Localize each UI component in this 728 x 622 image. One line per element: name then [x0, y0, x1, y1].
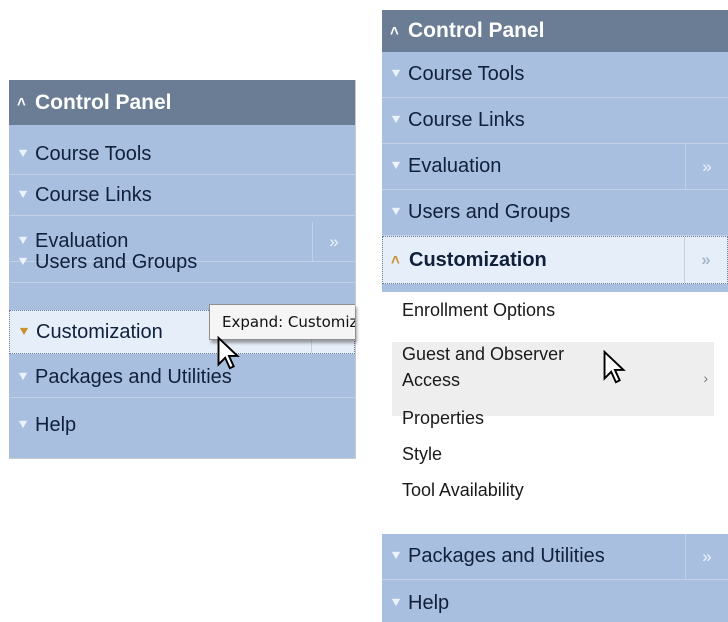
nav-item-course-tools[interactable]: ⯆ Course Tools — [382, 52, 728, 98]
nav-item-label: Customization — [409, 248, 547, 271]
nav-item-label: Course Tools — [35, 143, 152, 165]
control-panel-header[interactable]: ˄ Control Panel — [382, 10, 728, 52]
nav-item-label: Evaluation — [408, 155, 502, 177]
submenu-item-label-line2: Access — [402, 370, 461, 390]
nav-item-label: Help — [408, 591, 450, 614]
submenu-item-tool-availability[interactable]: Tool Availability — [402, 480, 524, 501]
nav-item-label: Course Tools — [408, 63, 525, 85]
nav-item-label: Course Links — [35, 184, 152, 206]
expand-icon: ⯆ — [17, 369, 30, 386]
nav-item-label: Users and Groups — [408, 201, 571, 223]
expand-icon: ⯆ — [390, 158, 403, 175]
expand-icon: ⯆ — [390, 66, 403, 83]
nav-item-course-links[interactable]: ⯆ Course Links — [9, 176, 355, 216]
expand-icon: ⯆ — [17, 146, 30, 163]
nav-item-customization[interactable]: ˄ Customization » — [382, 236, 728, 284]
nav-item-label: Help — [35, 413, 77, 436]
expand-icon: ⯆ — [17, 416, 30, 434]
expand-icon: ⯆ — [390, 204, 403, 221]
nav-item-label: Course Links — [408, 109, 525, 131]
flyout-icon[interactable]: » — [685, 534, 728, 579]
nav-item-label: Customization — [36, 320, 163, 343]
collapse-icon: ˄ — [17, 94, 26, 111]
collapse-icon: ˄ — [390, 22, 399, 40]
nav-item-packages-and-utilities[interactable]: ⯆ Packages and Utilities » — [382, 534, 728, 580]
submenu-item-properties[interactable]: Properties — [402, 408, 484, 429]
expand-icon: ⯆ — [390, 594, 403, 612]
nav-item-label: Packages and Utilities — [408, 545, 605, 567]
nav-item-label: Packages and Utilities — [35, 366, 232, 388]
control-panel-header-label: Control Panel — [408, 19, 545, 42]
expand-icon: ⯆ — [17, 254, 30, 271]
chevron-right-icon: › — [703, 370, 708, 386]
submenu-item-label-line1: Guest and Observer — [402, 344, 565, 364]
nav-item-course-links[interactable]: ⯆ Course Links — [382, 98, 728, 144]
submenu-item-style[interactable]: Style — [402, 444, 442, 465]
expand-tooltip: Expand: Customization — [209, 304, 355, 340]
submenu-item-enrollment-options[interactable]: Enrollment Options — [402, 300, 555, 321]
tooltip-text: Expand: Customization — [222, 313, 355, 331]
expand-icon: ⯆ — [18, 323, 31, 341]
nav-item-course-tools[interactable]: ⯆ Course Tools — [9, 135, 355, 175]
nav-item-help[interactable]: ⯆ Help — [9, 405, 355, 445]
nav-item-packages-and-utilities[interactable]: ⯆ Packages and Utilities — [9, 358, 355, 398]
flyout-icon[interactable]: » — [684, 237, 727, 283]
expand-icon: ⯆ — [390, 548, 403, 565]
control-panel-right: ˄ Control Panel ⯆ Course Tools ⯆ Course … — [382, 10, 728, 622]
control-panel-header-label: Control Panel — [35, 90, 172, 114]
nav-item-help[interactable]: ⯆ Help — [382, 580, 728, 622]
customization-submenu: Enrollment Options Guest and Observer Ac… — [382, 292, 728, 534]
mouse-pointer-icon — [603, 350, 626, 384]
nav-item-users-and-groups[interactable]: ⯆ Users and Groups — [382, 190, 728, 236]
nav-item-users-and-groups[interactable]: ⯆ Users and Groups — [9, 243, 355, 283]
expand-icon: ⯆ — [17, 187, 30, 204]
expand-icon: ⯆ — [390, 112, 403, 129]
flyout-icon[interactable]: » — [685, 144, 728, 189]
collapse-icon: ˄ — [391, 251, 400, 269]
nav-item-evaluation[interactable]: ⯆ Evaluation » — [382, 144, 728, 190]
mouse-pointer-icon — [217, 336, 240, 370]
control-panel-left: ˄ Control Panel ⯆ Course Tools ⯆ Course … — [9, 80, 356, 459]
nav-item-label: Users and Groups — [35, 251, 198, 273]
control-panel-header[interactable]: ˄ Control Panel — [9, 80, 355, 125]
